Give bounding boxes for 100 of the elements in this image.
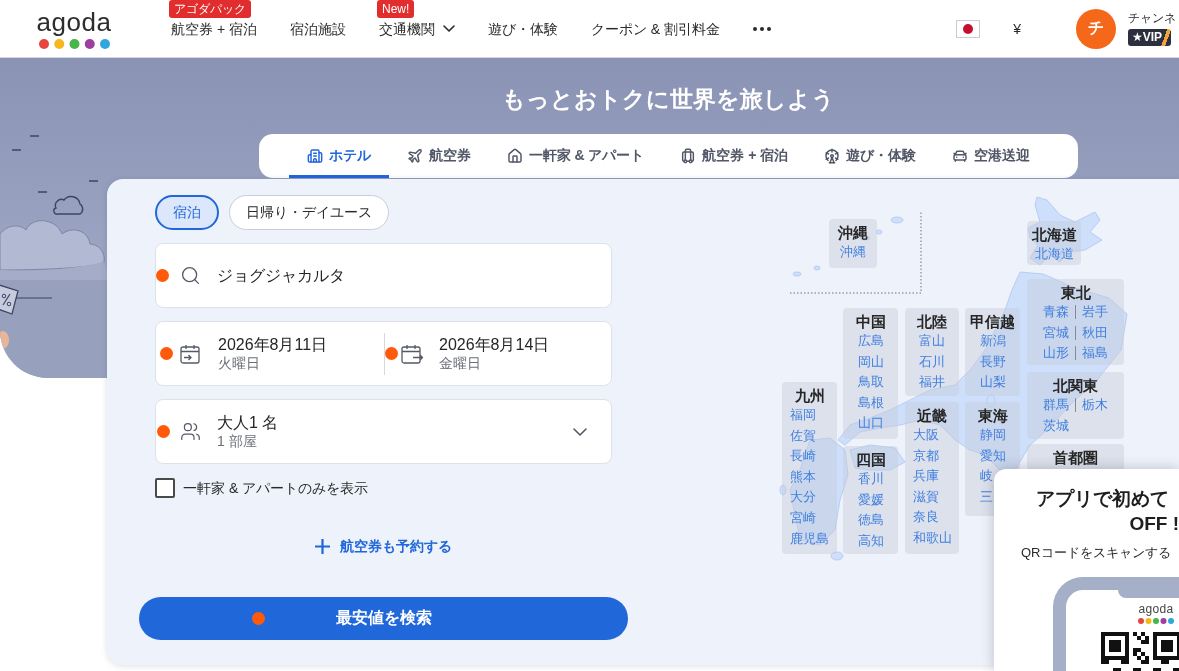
prefecture-link[interactable]: 長野 xyxy=(979,351,1006,373)
stay-type-tab[interactable]: 宿泊 xyxy=(155,195,219,230)
dot-marker-icon xyxy=(157,425,170,438)
prefecture-link[interactable]: 和歌山 xyxy=(912,527,952,549)
prefecture-link[interactable]: 茨城 xyxy=(1043,415,1069,437)
guests-value: 大人1 名 xyxy=(217,413,279,432)
region-title: 近畿 xyxy=(917,407,947,425)
phone-logo-text: agoda xyxy=(1138,603,1174,616)
prefecture-link[interactable]: 愛知 xyxy=(979,445,1006,467)
product-tab[interactable]: 遊び・体験 xyxy=(806,134,935,178)
product-tab[interactable]: 航空券 + 宿泊 xyxy=(662,134,807,178)
destination-field[interactable]: ジョグジャカルタ xyxy=(155,243,612,308)
region-title: 北陸 xyxy=(917,313,947,331)
nav-link[interactable]: 交通機関 xyxy=(378,18,455,39)
people-icon xyxy=(180,421,201,442)
prefecture-link[interactable]: 長崎 xyxy=(790,446,816,467)
prefecture-link[interactable]: 秋田 xyxy=(1082,322,1108,344)
prefecture-link[interactable]: 群馬 xyxy=(1043,395,1069,416)
logo-text[interactable]: agoda xyxy=(36,8,112,35)
prefecture-link[interactable]: 富山 xyxy=(919,331,945,352)
region-title: 四国 xyxy=(855,451,886,469)
prefecture-link[interactable]: 愛媛 xyxy=(857,489,884,511)
prefecture-link[interactable]: 宮城 xyxy=(1043,322,1069,344)
hero-title: もっとおトクに世界を旅しよう xyxy=(502,85,835,114)
prefecture-link[interactable]: 岡山 xyxy=(857,351,884,373)
prefecture-link[interactable]: 石川 xyxy=(919,351,945,373)
prefecture-link[interactable]: 静岡 xyxy=(979,425,1006,446)
prefecture-link[interactable]: 山口 xyxy=(857,413,884,434)
guests-field[interactable]: 大人1 名 1 部屋 xyxy=(155,399,612,464)
check-out-field[interactable]: 2026年8月14日 金曜日 xyxy=(385,322,611,385)
currency-button[interactable]: ¥ xyxy=(1013,20,1021,37)
prefecture-link[interactable]: 福井 xyxy=(919,372,945,393)
calendar-icon xyxy=(180,343,202,364)
promo-text: QRコードをスキャンする xyxy=(1021,545,1172,561)
homes-only-checkbox[interactable] xyxy=(155,478,175,498)
prefecture-link[interactable]: 高知 xyxy=(857,530,884,552)
house-icon xyxy=(506,148,523,164)
prefecture-link[interactable]: 兵庫 xyxy=(912,466,939,487)
prefecture-link[interactable]: 福岡 xyxy=(790,405,816,426)
prefecture-link[interactable]: 青森 xyxy=(1043,302,1069,323)
prefecture-link[interactable]: 福島 xyxy=(1082,343,1108,364)
prefecture-link[interactable]: 大阪 xyxy=(912,425,939,446)
region-title: 甲信越 xyxy=(970,313,1015,331)
prefecture-link[interactable]: 山形 xyxy=(1043,343,1069,364)
prefecture-link[interactable]: 岩手 xyxy=(1082,302,1108,323)
prefecture-link[interactable]: 佐賀 xyxy=(790,425,816,447)
vip-badge: ★VIP xyxy=(1128,29,1172,46)
japan-flag-icon[interactable] xyxy=(956,19,981,38)
nav-badge: New! xyxy=(376,0,415,18)
search-button[interactable]: 最安値を検索 xyxy=(139,597,628,640)
prefecture-link[interactable]: 新潟 xyxy=(979,331,1006,352)
nav-link[interactable]: 遊び・体験 xyxy=(487,18,558,39)
prefecture-link[interactable]: 島根 xyxy=(857,392,884,414)
weekday-label: 火曜日 xyxy=(218,355,260,372)
prefecture-link[interactable]: 栃木 xyxy=(1082,395,1108,416)
dot-marker-icon xyxy=(160,347,173,360)
prefecture-link[interactable]: 山梨 xyxy=(979,372,1006,393)
more-icon[interactable] xyxy=(753,26,772,31)
prefecture-link[interactable]: 沖縄 xyxy=(840,242,866,263)
nav-link[interactable]: クーポン & 割引料金 xyxy=(590,18,721,39)
prefecture-link[interactable]: 奈良 xyxy=(912,507,939,528)
date-value: 2026年8月14日 xyxy=(439,335,550,354)
prefecture-link[interactable]: 鳥取 xyxy=(857,372,884,393)
prefecture-link[interactable]: 鹿児島 xyxy=(790,528,829,550)
promo-title: アプリで初めて xyxy=(1036,487,1169,511)
region-title: 北関東 xyxy=(1053,377,1098,395)
destination-value: ジョグジャカルタ xyxy=(217,266,345,285)
prefecture-link[interactable]: 滋賀 xyxy=(912,486,939,508)
nav-link[interactable]: 宿泊施設 xyxy=(289,18,346,39)
nav-badge: アゴダパック xyxy=(169,0,251,18)
product-tab[interactable]: 一軒家 & アパート xyxy=(488,134,663,178)
plus-icon xyxy=(315,538,330,554)
stay-type-tab[interactable]: 日帰り・デイユース xyxy=(229,195,389,230)
prefecture-link[interactable]: 徳島 xyxy=(857,510,884,531)
prefecture-link[interactable]: 香川 xyxy=(857,469,884,490)
product-tab[interactable]: 空港送迎 xyxy=(934,134,1049,178)
prefecture-link[interactable]: 北海道 xyxy=(1034,244,1074,265)
chevron-down-icon xyxy=(442,25,455,32)
promo-title: OFF ! xyxy=(1129,512,1179,536)
add-flight-link[interactable]: 航空券も予約する xyxy=(315,537,452,555)
dot-marker-icon xyxy=(385,347,398,360)
user-avatar[interactable]: チ xyxy=(1076,8,1116,49)
check-in-field[interactable]: 2026年8月11日 火曜日 xyxy=(156,322,384,385)
luggage-icon xyxy=(680,148,697,164)
region-title: 沖縄 xyxy=(838,224,868,242)
logo-dots-icon xyxy=(38,38,110,49)
date-value: 2026年8月11日 xyxy=(218,335,328,354)
prefecture-link[interactable]: 熊本 xyxy=(790,466,816,488)
region-title: 中国 xyxy=(855,313,886,331)
prefecture-link[interactable]: 広島 xyxy=(857,331,884,352)
prefecture-link[interactable]: 京都 xyxy=(912,445,939,467)
prefecture-link[interactable]: 岐 xyxy=(979,466,993,487)
product-tab[interactable]: 航空券 xyxy=(388,134,489,178)
ferris-wheel-icon xyxy=(824,148,841,164)
prefecture-link[interactable]: 三 xyxy=(979,486,993,508)
prefecture-link[interactable]: 宮崎 xyxy=(790,507,816,529)
building-icon xyxy=(306,148,323,164)
car-icon xyxy=(952,148,969,164)
prefecture-link[interactable]: 大分 xyxy=(790,487,816,508)
nav-link[interactable]: 航空券 + 宿泊 xyxy=(171,18,257,39)
